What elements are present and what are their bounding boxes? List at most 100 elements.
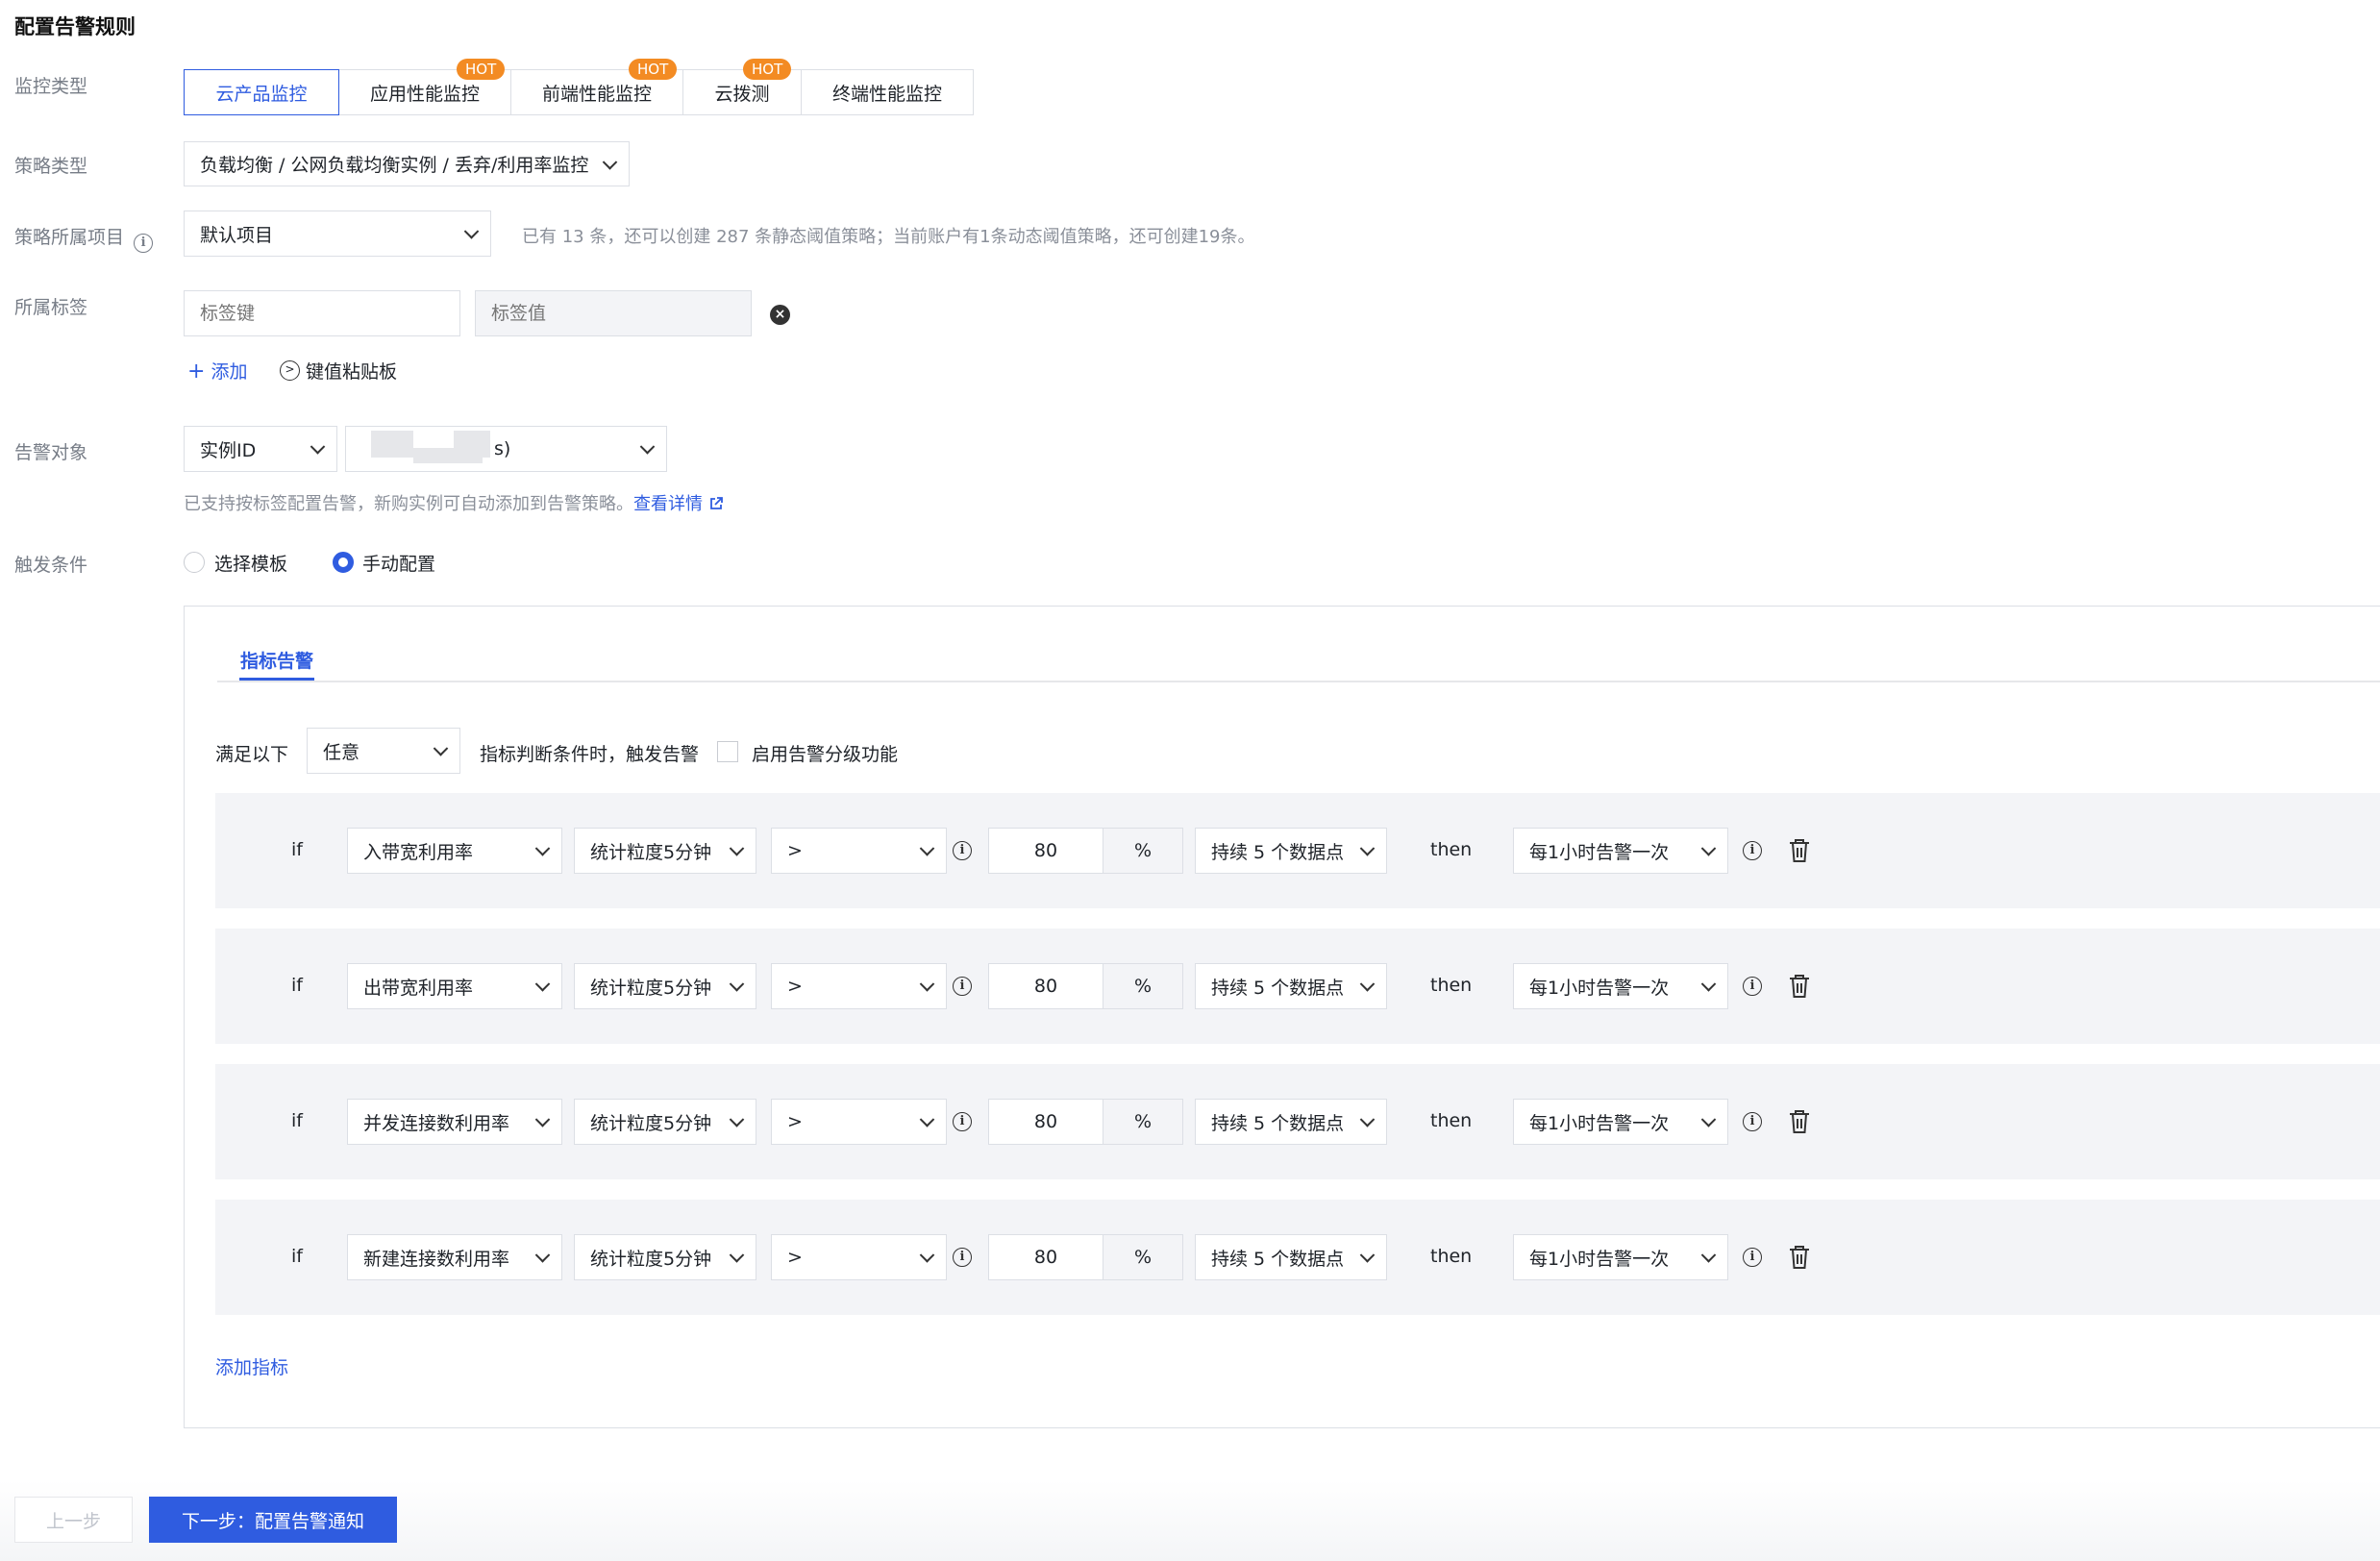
chevron-down-icon [1359,977,1376,992]
tab-active-indicator [239,678,314,681]
metric-select[interactable]: 新建连接数利用率 [347,1234,562,1280]
project-label: 策略所属项目 i [14,223,154,253]
duration-select[interactable]: 持续 5 个数据点 [1195,1234,1387,1280]
frequency-select[interactable]: 每1小时告警一次 [1513,1234,1728,1280]
paste-board-button[interactable]: > 键值粘贴板 [280,358,397,384]
tab-metric-alarm[interactable]: 指标告警 [240,647,313,673]
then-keyword: then [1430,1110,1473,1131]
if-keyword: if [291,1110,303,1131]
operator-select[interactable]: > [771,1234,947,1280]
chevron-down-icon [433,741,449,756]
frequency-value: 每1小时告警一次 [1529,841,1670,863]
add-metric-button[interactable]: 添加指标 [215,1353,288,1379]
unit-addon: % [1103,1234,1183,1280]
trash-icon[interactable] [1788,838,1811,863]
trash-icon[interactable] [1788,1245,1811,1270]
granularity-value: 统计粒度5分钟 [590,1248,712,1270]
tab-monitor-1[interactable]: 云产品监控 [184,69,339,115]
template-radio[interactable] [184,552,205,573]
monitor-type-label: 监控类型 [14,76,88,97]
info-icon[interactable]: i [953,1112,972,1131]
chevron-down-icon [639,439,656,455]
chevron-down-icon [919,977,935,992]
tag-key-input[interactable] [184,290,460,336]
unit-addon: % [1103,1099,1183,1145]
info-icon[interactable]: i [1743,1248,1762,1267]
metric-select[interactable]: 出带宽利用率 [347,963,562,1009]
operator-select[interactable]: > [771,828,947,874]
chevron-down-icon [1700,841,1717,856]
granularity-select[interactable]: 统计粒度5分钟 [574,828,756,874]
frequency-select[interactable]: 每1小时告警一次 [1513,1099,1728,1145]
tab-divider [217,681,2380,682]
threshold-input[interactable]: 80 [988,828,1103,874]
object-type-select[interactable]: 实例ID [184,426,337,472]
frequency-value: 每1小时告警一次 [1529,1248,1670,1270]
satisfy-select[interactable]: 任意 [307,728,460,774]
threshold-input[interactable]: 80 [988,1234,1103,1280]
unit-addon: % [1103,828,1183,874]
frequency-value: 每1小时告警一次 [1529,977,1670,999]
info-icon[interactable]: i [1743,1112,1762,1131]
detail-link[interactable]: 查看详情 [633,494,703,514]
metric-value: 入带宽利用率 [363,841,474,863]
if-keyword: if [291,1246,303,1267]
policy-type-value: 负载均衡 / 公网负载均衡实例 / 丢弃/利用率监控 [200,155,589,176]
info-icon[interactable]: i [1743,841,1762,860]
manual-radio[interactable] [333,552,354,573]
threshold-input[interactable]: 80 [988,963,1103,1009]
add-tag-button[interactable]: + 添加 [187,358,248,384]
chevron-down-icon [729,1112,745,1127]
tab-monitor-5[interactable]: 终端性能监控 [801,69,974,115]
chevron-down-icon [534,977,551,992]
metric-select[interactable]: 并发连接数利用率 [347,1099,562,1145]
trash-icon[interactable] [1788,974,1811,999]
threshold-input[interactable]: 80 [988,1099,1103,1145]
chevron-down-icon [1700,977,1717,992]
metric-value: 新建连接数利用率 [363,1248,510,1270]
trash-icon[interactable] [1788,1109,1811,1134]
instance-select[interactable]: s) [345,426,667,472]
page-title: 配置告警规则 [14,15,136,38]
alarm-object-hint: 已支持按标签配置告警，新购实例可自动添加到告警策略。查看详情 [184,490,724,515]
project-select[interactable]: 默认项目 [184,211,491,257]
clear-tag-icon[interactable]: × [770,305,790,325]
duration-select[interactable]: 持续 5 个数据点 [1195,828,1387,874]
duration-select[interactable]: 持续 5 个数据点 [1195,1099,1387,1145]
grading-label: 启用告警分级功能 [752,744,899,765]
next-step-button[interactable]: 下一步：配置告警通知 [149,1497,397,1543]
operator-select[interactable]: > [771,963,947,1009]
info-icon[interactable]: i [953,977,972,996]
chevron-down-icon [1359,1248,1376,1263]
frequency-select[interactable]: 每1小时告警一次 [1513,963,1728,1009]
info-icon[interactable]: i [953,1248,972,1267]
granularity-value: 统计粒度5分钟 [590,1112,712,1134]
grading-checkbox[interactable] [717,741,738,762]
unit-addon: % [1103,963,1183,1009]
info-icon[interactable]: i [1743,977,1762,996]
threshold-value: 80 [1033,840,1058,861]
metric-select[interactable]: 入带宽利用率 [347,828,562,874]
duration-select[interactable]: 持续 5 个数据点 [1195,963,1387,1009]
granularity-select[interactable]: 统计粒度5分钟 [574,1234,756,1280]
then-keyword: then [1430,975,1473,996]
external-link-icon[interactable] [708,496,724,511]
info-icon[interactable]: i [953,841,972,860]
prev-step-button[interactable]: 上一步 [14,1497,133,1543]
chevron-down-icon [1359,841,1376,856]
granularity-select[interactable]: 统计粒度5分钟 [574,963,756,1009]
frequency-select[interactable]: 每1小时告警一次 [1513,828,1728,874]
redacted-block [371,431,413,458]
object-type-value: 实例ID [200,439,257,461]
chevron-down-icon [729,841,745,856]
chevron-down-icon [1700,1248,1717,1263]
chevron-down-icon [919,1248,935,1263]
alarm-object-label: 告警对象 [14,442,88,463]
granularity-select[interactable]: 统计粒度5分钟 [574,1099,756,1145]
operator-select[interactable]: > [771,1099,947,1145]
policy-type-select[interactable]: 负载均衡 / 公网负载均衡实例 / 丢弃/利用率监控 [184,141,630,186]
tag-value-input[interactable] [475,290,752,336]
granularity-value: 统计粒度5分钟 [590,977,712,999]
operator-value: > [787,976,803,997]
info-icon[interactable]: i [134,234,154,253]
